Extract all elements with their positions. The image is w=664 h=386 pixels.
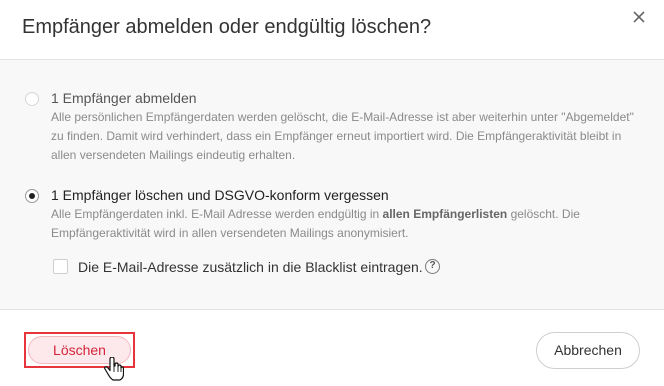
blacklist-checkbox[interactable] [53, 259, 68, 274]
option-unsubscribe-description: Alle persönlichen Empfängerdaten werden … [51, 110, 634, 162]
help-icon[interactable]: ? [425, 259, 440, 274]
hand-cursor-icon [104, 356, 125, 386]
close-icon[interactable] [632, 10, 646, 24]
cancel-button[interactable]: Abbrechen [536, 332, 640, 369]
radio-unsubscribe[interactable] [25, 92, 39, 106]
dialog-body: 1 Empfänger abmelden Alle persönlichen E… [0, 60, 664, 310]
blacklist-label[interactable]: Die E-Mail-Adresse zusätzlich in die Bla… [78, 259, 423, 275]
desc-bold: allen Empfängerlisten [382, 207, 508, 221]
radio-delete[interactable] [25, 189, 39, 203]
dialog-header: Empfänger abmelden oder endgültig lösche… [0, 0, 664, 60]
option-delete-description: Alle Empfängerdaten inkl. E-Mail Adresse… [51, 205, 611, 243]
dialog-footer: Löschen Abbrechen [0, 311, 664, 386]
option-unsubscribe-label[interactable]: 1 Empfänger abmelden [51, 90, 197, 106]
desc-pre: Alle Empfängerdaten inkl. E-Mail Adresse… [51, 207, 383, 221]
dialog-title: Empfänger abmelden oder endgültig lösche… [22, 16, 432, 38]
option-delete-label[interactable]: 1 Empfänger löschen und DSGVO-konform ve… [51, 187, 389, 203]
